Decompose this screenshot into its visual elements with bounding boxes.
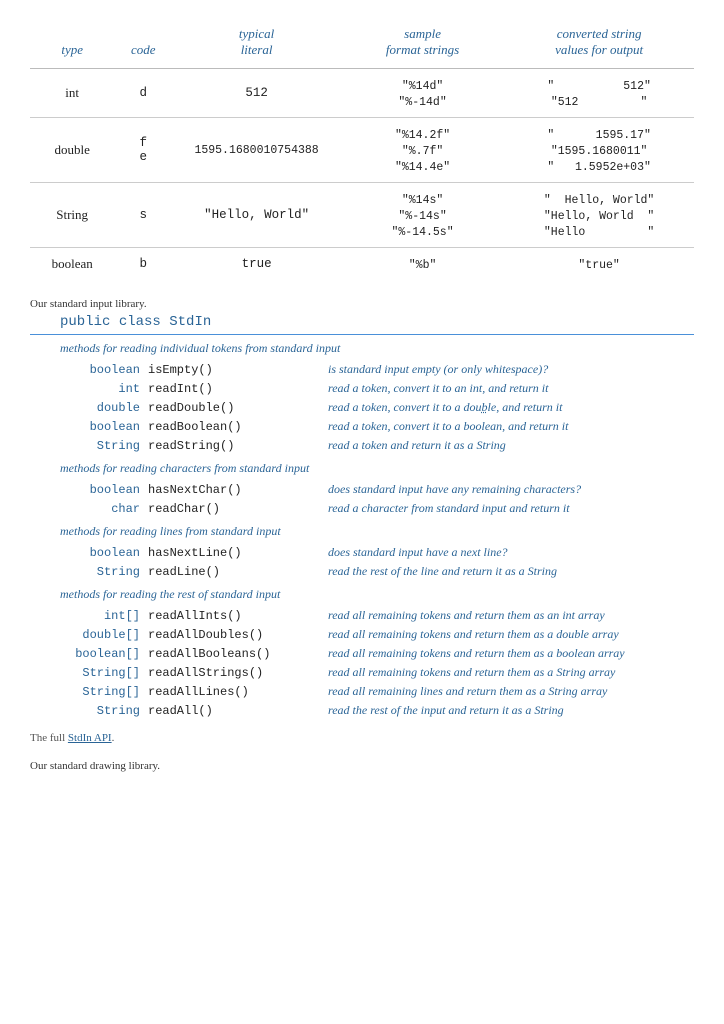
class-name: StdIn	[169, 314, 211, 330]
api-method-isEmpty: boolean isEmpty() is standard input empt…	[30, 360, 694, 379]
api-group-label-3: methods for reading lines from standard …	[60, 524, 694, 539]
api-group-label-2: methods for reading characters from stan…	[60, 461, 694, 476]
col-header-code: code	[114, 20, 172, 69]
api-method-readChar: char readChar() read a character from st…	[30, 499, 694, 518]
table-row: int d 512 "%14d""%-14d" " 512""512 "	[30, 69, 694, 118]
code-cell: s	[114, 183, 172, 248]
col-header-type: type	[30, 20, 114, 69]
api-method-readAllInts: int[] readAllInts() read all remaining t…	[30, 606, 694, 625]
code-cell: b	[114, 248, 172, 281]
literal-cell: "Hello, World"	[172, 183, 341, 248]
api-method-hasNextLine: boolean hasNextLine() does standard inpu…	[30, 543, 694, 562]
api-method-readString: String readString() read a token and ret…	[30, 436, 694, 455]
api-method-readInt: int readInt() read a token, convert it t…	[30, 379, 694, 398]
table-row: double fe 1595.1680010754388 "%14.2f""%.…	[30, 118, 694, 183]
converted-cell: " Hello, World""Hello, World ""Hello "	[504, 183, 694, 248]
keyword-public: public	[60, 314, 110, 330]
api-group-label-1: methods for reading individual tokens fr…	[60, 341, 694, 356]
keyword-class: class	[119, 314, 161, 330]
type-cell: boolean	[30, 248, 114, 281]
sample-cell: "%14.2f""%.7f""%14.4e"	[341, 118, 504, 183]
api-divider	[30, 334, 694, 335]
col-header-converted: converted stringvalues for output	[504, 20, 694, 69]
table-row: boolean b true "%b" "true"	[30, 248, 694, 281]
api-method-readAllDoubles: double[] readAllDoubles() read all remai…	[30, 625, 694, 644]
type-cell: int	[30, 69, 114, 118]
api-method-readAllLines: String[] readAllLines() read all remaini…	[30, 682, 694, 701]
code-cell: fe	[114, 118, 172, 183]
literal-cell: 1595.1680010754388	[172, 118, 341, 183]
api-method-readLine: String readLine() read the rest of the l…	[30, 562, 694, 581]
api-full-link-text: The full StdIn API.	[30, 732, 694, 744]
api-section: Our standard input library. public class…	[30, 298, 694, 744]
sample-cell: "%14d""%-14d"	[341, 69, 504, 118]
table-row: String s "Hello, World" "%14s""%-14s""%-…	[30, 183, 694, 248]
converted-cell: " 1595.17""1595.1680011"" 1.5952e+03"	[504, 118, 694, 183]
api-method-hasNextChar: boolean hasNextChar() does standard inpu…	[30, 480, 694, 499]
converted-cell: "true"	[504, 248, 694, 281]
api-method-readAll: String readAll() read the rest of the in…	[30, 701, 694, 720]
converted-cell: " 512""512 "	[504, 69, 694, 118]
drawing-section: Our standard drawing library.	[30, 760, 694, 772]
sample-cell: "%b"	[341, 248, 504, 281]
literal-cell: true	[172, 248, 341, 281]
api-group-label-4: methods for reading the rest of standard…	[60, 587, 694, 602]
format-table: type code typicalliteral sampleformat st…	[30, 20, 694, 280]
type-cell: double	[30, 118, 114, 183]
type-cell: String	[30, 183, 114, 248]
sample-cell: "%14s""%-14s""%-14.5s"	[341, 183, 504, 248]
drawing-intro-text: Our standard drawing library.	[30, 760, 694, 772]
code-cell: d	[114, 69, 172, 118]
api-method-readDouble: double readDouble() read a token, conver…	[30, 398, 694, 417]
col-header-literal: typicalliteral	[172, 20, 341, 69]
api-method-readAllStrings: String[] readAllStrings() read all remai…	[30, 663, 694, 682]
api-method-readBoolean: boolean readBoolean() read a token, conv…	[30, 417, 694, 436]
api-method-readAllBooleans: boolean[] readAllBooleans() read all rem…	[30, 644, 694, 663]
api-intro-text: Our standard input library.	[30, 298, 694, 310]
api-class-declaration: public class StdIn	[30, 314, 694, 330]
stdin-api-link[interactable]: StdIn API	[68, 732, 112, 744]
col-header-sample: sampleformat strings	[341, 20, 504, 69]
literal-cell: 512	[172, 69, 341, 118]
